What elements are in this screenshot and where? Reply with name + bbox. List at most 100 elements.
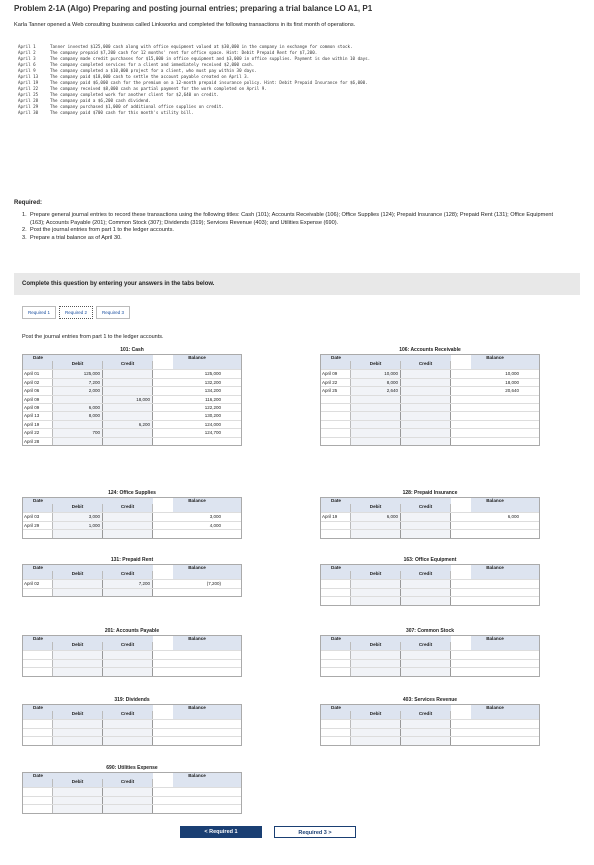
credit-input[interactable] <box>103 588 153 597</box>
date-cell[interactable]: April 22 <box>321 378 351 387</box>
date-cell[interactable] <box>321 521 351 530</box>
credit-input[interactable] <box>401 437 451 445</box>
debit-input[interactable] <box>53 530 103 538</box>
credit-input[interactable] <box>103 805 153 813</box>
next-required-button[interactable]: Required 3 > <box>274 826 356 838</box>
credit-input[interactable] <box>401 370 451 378</box>
debit-input[interactable] <box>351 737 401 745</box>
date-cell[interactable]: April 02 <box>23 378 53 387</box>
date-cell[interactable]: April 06 <box>23 387 53 395</box>
debit-input[interactable]: 6,000 <box>351 513 401 521</box>
date-cell[interactable] <box>321 668 351 676</box>
date-cell[interactable] <box>321 403 351 412</box>
date-cell[interactable] <box>23 796 53 805</box>
debit-input[interactable] <box>53 788 103 796</box>
debit-input[interactable] <box>53 580 103 588</box>
prev-required-button[interactable]: < Required 1 <box>180 826 262 838</box>
credit-input[interactable] <box>401 420 451 429</box>
debit-input[interactable]: 1,000 <box>53 521 103 530</box>
date-cell[interactable] <box>23 588 53 597</box>
debit-input[interactable]: 7,200 <box>53 378 103 387</box>
date-cell[interactable] <box>23 788 53 796</box>
credit-input[interactable] <box>401 597 451 605</box>
date-cell[interactable] <box>321 412 351 420</box>
credit-input[interactable]: 7,200 <box>103 580 153 588</box>
date-cell[interactable] <box>23 651 53 659</box>
debit-input[interactable] <box>351 659 401 668</box>
date-cell[interactable] <box>321 659 351 668</box>
credit-input[interactable] <box>103 659 153 668</box>
date-cell[interactable]: April 22 <box>23 429 53 437</box>
debit-input[interactable] <box>351 403 401 412</box>
date-cell[interactable] <box>321 429 351 437</box>
date-cell[interactable]: April 02 <box>23 580 53 588</box>
credit-input[interactable] <box>103 437 153 445</box>
credit-input[interactable] <box>103 737 153 745</box>
date-cell[interactable] <box>321 597 351 605</box>
date-cell[interactable]: April 19 <box>23 420 53 429</box>
date-cell[interactable]: April 28 <box>23 437 53 445</box>
debit-input[interactable] <box>351 580 401 588</box>
date-cell[interactable] <box>321 437 351 445</box>
credit-input[interactable] <box>401 412 451 420</box>
date-cell[interactable]: April 01 <box>23 370 53 378</box>
date-cell[interactable] <box>23 668 53 676</box>
credit-input[interactable]: 6,200 <box>103 420 153 429</box>
debit-input[interactable] <box>53 720 103 728</box>
debit-input[interactable] <box>53 668 103 676</box>
debit-input[interactable] <box>53 805 103 813</box>
date-cell[interactable] <box>321 720 351 728</box>
date-cell[interactable] <box>321 588 351 597</box>
debit-input[interactable]: 2,000 <box>53 387 103 395</box>
credit-input[interactable] <box>401 403 451 412</box>
debit-input[interactable] <box>351 588 401 597</box>
date-cell[interactable]: April 03 <box>23 513 53 521</box>
debit-input[interactable]: 8,000 <box>53 412 103 420</box>
debit-input[interactable] <box>351 395 401 403</box>
debit-input[interactable] <box>351 530 401 538</box>
tab-required-3[interactable]: Required 3 <box>96 306 131 319</box>
credit-input[interactable] <box>103 387 153 395</box>
debit-input[interactable] <box>53 659 103 668</box>
debit-input[interactable] <box>53 728 103 737</box>
date-cell[interactable] <box>23 805 53 813</box>
credit-input[interactable] <box>401 395 451 403</box>
credit-input[interactable] <box>401 580 451 588</box>
tab-required-2[interactable]: Required 2 <box>59 306 94 319</box>
credit-input[interactable] <box>401 513 451 521</box>
date-cell[interactable]: April 25 <box>321 387 351 395</box>
credit-input[interactable] <box>401 387 451 395</box>
credit-input[interactable] <box>103 728 153 737</box>
date-cell[interactable] <box>321 580 351 588</box>
debit-input[interactable] <box>351 668 401 676</box>
debit-input[interactable]: 10,000 <box>351 370 401 378</box>
date-cell[interactable] <box>321 737 351 745</box>
debit-input[interactable]: 700 <box>53 429 103 437</box>
debit-input[interactable] <box>351 412 401 420</box>
credit-input[interactable] <box>401 737 451 745</box>
debit-input[interactable] <box>53 737 103 745</box>
credit-input[interactable] <box>103 370 153 378</box>
credit-input[interactable] <box>401 659 451 668</box>
date-cell[interactable]: April 29 <box>23 521 53 530</box>
date-cell[interactable]: April 13 <box>23 412 53 420</box>
credit-input[interactable] <box>103 521 153 530</box>
date-cell[interactable] <box>23 728 53 737</box>
credit-input[interactable] <box>103 378 153 387</box>
date-cell[interactable] <box>23 659 53 668</box>
debit-input[interactable] <box>351 651 401 659</box>
credit-input[interactable] <box>401 530 451 538</box>
credit-input[interactable] <box>401 651 451 659</box>
date-cell[interactable] <box>23 720 53 728</box>
date-cell[interactable] <box>321 728 351 737</box>
credit-input[interactable] <box>401 720 451 728</box>
date-cell[interactable] <box>321 420 351 429</box>
credit-input[interactable] <box>103 668 153 676</box>
debit-input[interactable] <box>53 420 103 429</box>
debit-input[interactable] <box>53 437 103 445</box>
credit-input[interactable] <box>103 788 153 796</box>
debit-input[interactable]: 8,000 <box>351 378 401 387</box>
debit-input[interactable] <box>351 420 401 429</box>
date-cell[interactable]: April 09 <box>23 403 53 412</box>
debit-input[interactable]: 125,000 <box>53 370 103 378</box>
